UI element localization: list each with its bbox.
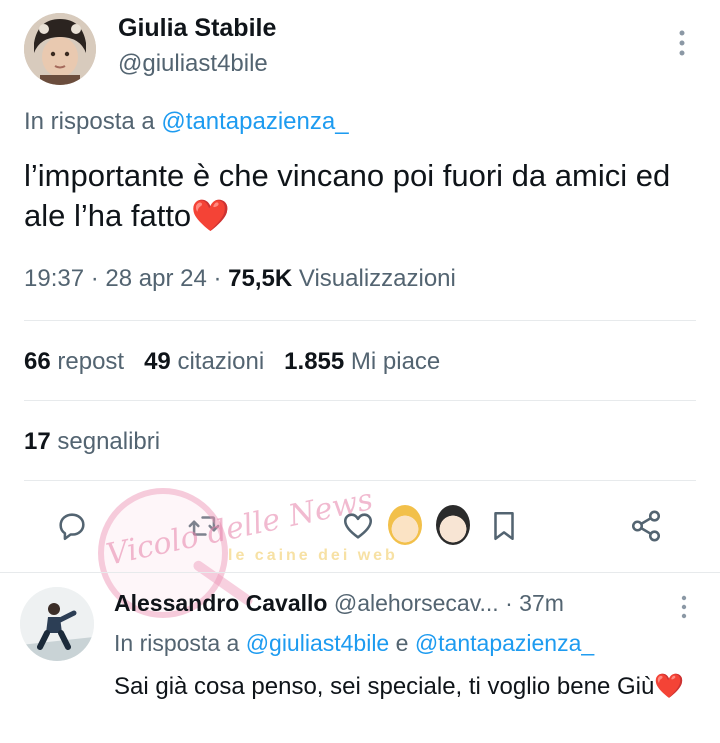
reply-mention-link-1[interactable]: @giuliast4bile — [246, 630, 390, 656]
reply-author-avatar[interactable] — [20, 587, 94, 661]
reposts-stat[interactable]: 66 repost — [24, 348, 124, 375]
share-button[interactable] — [626, 506, 666, 546]
divider — [24, 480, 696, 481]
tweet-time[interactable]: 19:37 — [24, 265, 84, 292]
share-icon — [631, 510, 661, 542]
reply-author-handle[interactable]: @alehorsecav... — [334, 590, 499, 616]
quotes-count: 49 — [144, 348, 171, 375]
tweet-text: l’importante è che vincano poi fuori da … — [24, 158, 671, 233]
reply-tweet-text: Sai già cosa penso, sei speciale, ti vog… — [114, 673, 685, 700]
reply-time[interactable]: 37m — [519, 590, 564, 616]
bookmark-icon — [494, 511, 514, 541]
author-handle[interactable]: @giuliast4bile — [118, 50, 268, 78]
reply-author-line: Alessandro Cavallo @alehorsecav... · 37m — [114, 590, 564, 617]
divider — [24, 320, 696, 321]
tweet-meta: 19:37 · 28 apr 24 · 75,5K Visualizzazion… — [24, 265, 456, 293]
views-count: 75,5K — [228, 265, 293, 292]
views-label: Visualizzazioni — [298, 265, 456, 292]
author-avatar[interactable] — [24, 13, 96, 85]
bookmarks-stat[interactable]: 17 segnalibri — [24, 428, 160, 456]
reply-context: In risposta a @tantapazienza_ — [24, 108, 349, 136]
watermark-dark-hair-face-icon — [436, 505, 470, 545]
reply-author-name[interactable]: Alessandro Cavallo — [114, 590, 327, 616]
more-options-icon[interactable] — [672, 28, 692, 58]
reply-more-options-icon[interactable] — [676, 594, 692, 620]
reply-button[interactable] — [52, 506, 92, 546]
reply-reply-prefix: In risposta a — [114, 630, 240, 656]
reposts-count: 66 — [24, 348, 51, 375]
bookmarks-label: segnalibri — [57, 428, 161, 455]
reply-meta-separator: · — [505, 590, 513, 616]
meta-separator: · — [90, 265, 99, 292]
watermark-banner: le caine dei web — [228, 547, 398, 564]
tweet-date[interactable]: 28 apr 24 — [105, 265, 206, 292]
bookmark-button[interactable] — [484, 506, 524, 546]
reply-mention-link-2[interactable]: @tantapazienza_ — [415, 630, 594, 656]
meta-separator: · — [213, 265, 222, 292]
author-display-name[interactable]: Giulia Stabile — [118, 14, 276, 43]
likes-stat[interactable]: 1.855 Mi piace — [284, 348, 440, 375]
reply-conjunction: e — [395, 630, 409, 656]
engagement-stats: 66 repost 49 citazioni 1.855 Mi piace — [24, 348, 440, 376]
reply-icon — [59, 513, 85, 541]
quotes-label: citazioni — [177, 348, 265, 375]
thread-divider — [0, 572, 720, 573]
watermark-blonde-face-icon — [388, 505, 422, 545]
quotes-stat[interactable]: 49 citazioni — [144, 348, 264, 375]
reply-prefix: In risposta a — [24, 108, 155, 135]
likes-count: 1.855 — [284, 348, 345, 375]
likes-label: Mi piace — [350, 348, 441, 375]
bookmarks-count: 17 — [24, 428, 51, 455]
reply-reply-context: In risposta a @giuliast4bile e @tantapaz… — [114, 630, 594, 657]
divider — [24, 400, 696, 401]
reposts-label: repost — [57, 348, 125, 375]
reply-mention-link[interactable]: @tantapazienza_ — [161, 108, 348, 135]
